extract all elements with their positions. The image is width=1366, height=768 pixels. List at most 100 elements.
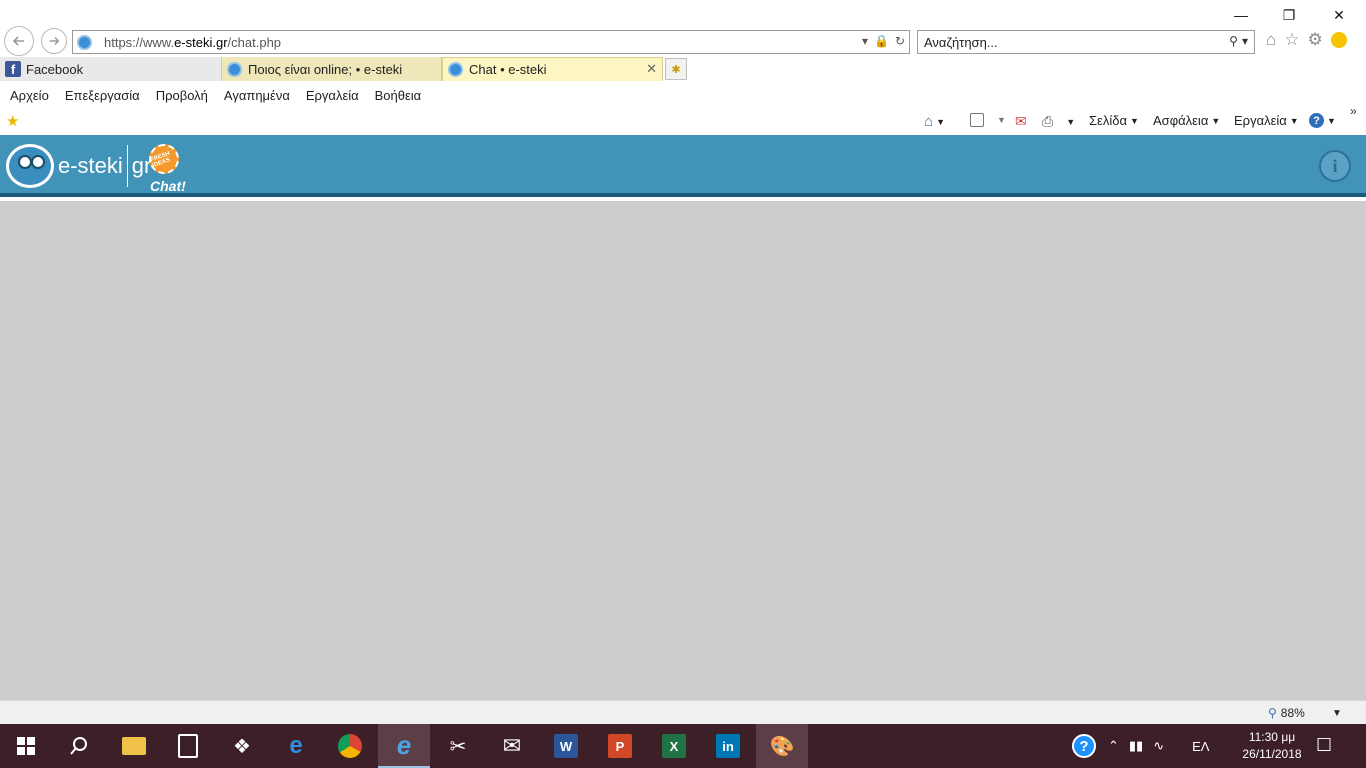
input-language[interactable]: ΕΛ xyxy=(1192,739,1209,754)
logo-text: e-steki xyxy=(58,153,123,178)
edge-button[interactable]: e xyxy=(270,724,322,768)
chevron-down-icon[interactable]: ▼ xyxy=(1066,117,1075,127)
calculator-icon xyxy=(178,734,198,758)
feeds-button[interactable]: ▼ xyxy=(970,113,1006,127)
logo-divider xyxy=(126,145,128,187)
linkedin-button[interactable]: in xyxy=(702,724,754,768)
new-tab-button[interactable]: ✱ xyxy=(665,58,687,80)
gear-icon[interactable]: ⚙ xyxy=(1308,30,1323,50)
tab-facebook[interactable]: f Facebook xyxy=(0,57,222,81)
forward-arrow-icon xyxy=(49,37,60,45)
search-dropdown-icon[interactable]: ▾ xyxy=(1242,34,1248,48)
chevron-down-icon[interactable]: ▼ xyxy=(936,117,945,127)
restore-button[interactable]: ❐ xyxy=(1266,4,1312,26)
site-favicon-icon xyxy=(227,61,242,77)
chat-content-area xyxy=(0,201,1366,700)
excel-button[interactable]: X xyxy=(648,724,700,768)
forward-button[interactable] xyxy=(41,28,67,54)
lock-icon[interactable]: 🔒 xyxy=(874,34,889,48)
mail-button[interactable]: ✉ xyxy=(486,724,538,768)
page-menu-label: Σελίδα xyxy=(1089,113,1127,128)
home-icon[interactable]: ⌂ xyxy=(1266,30,1276,50)
zoom-icon: ⚲ xyxy=(1268,706,1277,720)
mail-button[interactable]: ✉ xyxy=(1015,113,1027,130)
paint-button[interactable]: 🎨 xyxy=(756,724,808,768)
dropdown-icon[interactable]: ▾ xyxy=(862,34,868,48)
powerpoint-icon: P xyxy=(608,734,632,758)
close-tab-icon[interactable]: ✕ xyxy=(646,61,657,77)
help-icon[interactable]: ? xyxy=(1072,734,1096,758)
powerpoint-button[interactable]: P xyxy=(594,724,646,768)
page-menu-button[interactable]: Σελίδα ▼ xyxy=(1089,113,1139,128)
help-button[interactable]: ? ▼ xyxy=(1309,113,1336,128)
clock-time: 11:30 μμ xyxy=(1248,730,1296,744)
tools-menu-button[interactable]: Εργαλεία ▼ xyxy=(1234,113,1299,128)
windows-icon xyxy=(17,737,35,755)
favorites-star-icon[interactable]: ☆ xyxy=(1284,30,1299,50)
chevron-down-icon: ▼ xyxy=(1289,115,1299,126)
zoom-level: 88% xyxy=(1280,706,1305,720)
notifications-icon[interactable]: ☐ xyxy=(1316,735,1332,756)
smiley-icon[interactable] xyxy=(1330,32,1347,48)
chevron-down-icon: ▼ xyxy=(1327,115,1336,126)
start-button[interactable] xyxy=(0,724,52,768)
tab-chat[interactable]: Chat • e-steki ✕ xyxy=(442,57,663,81)
dropbox-button[interactable]: ❖ xyxy=(216,724,268,768)
taskbar: ❖ e e ✂ ✉ W P X in 🎨 ? ⌃ ▮▮ ∿ ΕΛ 11:30 μ… xyxy=(0,724,1366,768)
chrome-button[interactable] xyxy=(324,724,376,768)
file-explorer-button[interactable] xyxy=(108,724,160,768)
search-icon[interactable]: ⚲ xyxy=(1229,34,1238,48)
print-button[interactable]: ⎙ ▼ xyxy=(1042,113,1075,130)
zoom-dropdown-icon[interactable]: ▼ xyxy=(1332,708,1342,719)
address-bar[interactable]: https://www.e-steki.gr/chat.php ▾ 🔒 ↻ xyxy=(72,30,910,54)
menu-favorites[interactable]: Αγαπημένα xyxy=(224,88,290,103)
search-box[interactable]: ⚲ ▾ xyxy=(917,30,1255,54)
zoom-control[interactable]: ⚲ 88% xyxy=(1268,706,1305,720)
home-button[interactable]: ⌂ ▼ xyxy=(924,113,945,130)
menu-tools[interactable]: Εργαλεία xyxy=(306,88,359,103)
add-favorites-icon[interactable]: ★ xyxy=(6,112,19,130)
snipping-tool-button[interactable]: ✂ xyxy=(432,724,484,768)
help-icon: ? xyxy=(1309,113,1324,128)
internet-explorer-icon: e xyxy=(396,729,412,760)
safety-menu-label: Ασφάλεια xyxy=(1153,113,1209,128)
chevron-down-icon[interactable]: ▼ xyxy=(997,115,1006,125)
url-text[interactable]: https://www.e-steki.gr/chat.php xyxy=(104,35,281,50)
info-icon[interactable]: i xyxy=(1319,150,1351,182)
chevron-up-icon[interactable]: ⌃ xyxy=(1108,738,1119,754)
paint-palette-icon: 🎨 xyxy=(769,735,795,758)
back-button[interactable] xyxy=(4,26,34,56)
wifi-icon[interactable]: ∿ xyxy=(1153,738,1164,754)
menu-edit[interactable]: Επεξεργασία xyxy=(65,88,140,103)
edge-icon: e xyxy=(289,732,303,759)
word-button[interactable]: W xyxy=(540,724,592,768)
tab-label: Chat • e-steki xyxy=(469,62,547,77)
dropbox-icon: ❖ xyxy=(233,735,251,758)
menu-file[interactable]: Αρχείο xyxy=(10,88,49,103)
tab-label: Ποιος είναι online; • e-steki xyxy=(248,61,403,77)
site-logo[interactable]: e-steki gr xyxy=(6,144,151,188)
word-icon: W xyxy=(554,734,578,758)
menu-help[interactable]: Βοήθεια xyxy=(375,88,422,103)
browser-address-row: — ❐ ✕ https://www.e-steki.gr/chat.php ▾ … xyxy=(0,0,1366,56)
taskbar-search-button[interactable] xyxy=(53,724,105,768)
minimize-button[interactable]: — xyxy=(1218,4,1264,26)
clock-date: 26/11/2018 xyxy=(1242,747,1302,761)
tab-who-is-online[interactable]: Ποιος είναι online; • e-steki xyxy=(222,57,442,81)
calculator-button[interactable] xyxy=(162,724,214,768)
close-window-button[interactable]: ✕ xyxy=(1316,4,1362,26)
search-input[interactable] xyxy=(924,34,1204,50)
menu-view[interactable]: Προβολή xyxy=(156,88,208,103)
battery-icon[interactable]: ▮▮ xyxy=(1129,738,1143,754)
status-bar: ⚲ 88% ▼ xyxy=(0,700,1366,724)
refresh-icon[interactable]: ↻ xyxy=(895,34,905,48)
safety-menu-button[interactable]: Ασφάλεια ▼ xyxy=(1153,113,1220,128)
clock[interactable]: 11:30 μμ 26/11/2018 xyxy=(1234,729,1310,763)
scissors-icon: ✂ xyxy=(449,735,467,758)
system-tray: ? ⌃ ▮▮ ∿ ΕΛ xyxy=(1072,724,1209,768)
chevron-down-icon: ▼ xyxy=(1129,115,1139,126)
back-arrow-icon xyxy=(12,36,24,46)
rss-icon xyxy=(970,113,984,127)
internet-explorer-button[interactable]: e xyxy=(378,724,430,768)
menu-bar: Αρχείο Επεξεργασία Προβολή Αγαπημένα Εργ… xyxy=(0,84,1366,106)
